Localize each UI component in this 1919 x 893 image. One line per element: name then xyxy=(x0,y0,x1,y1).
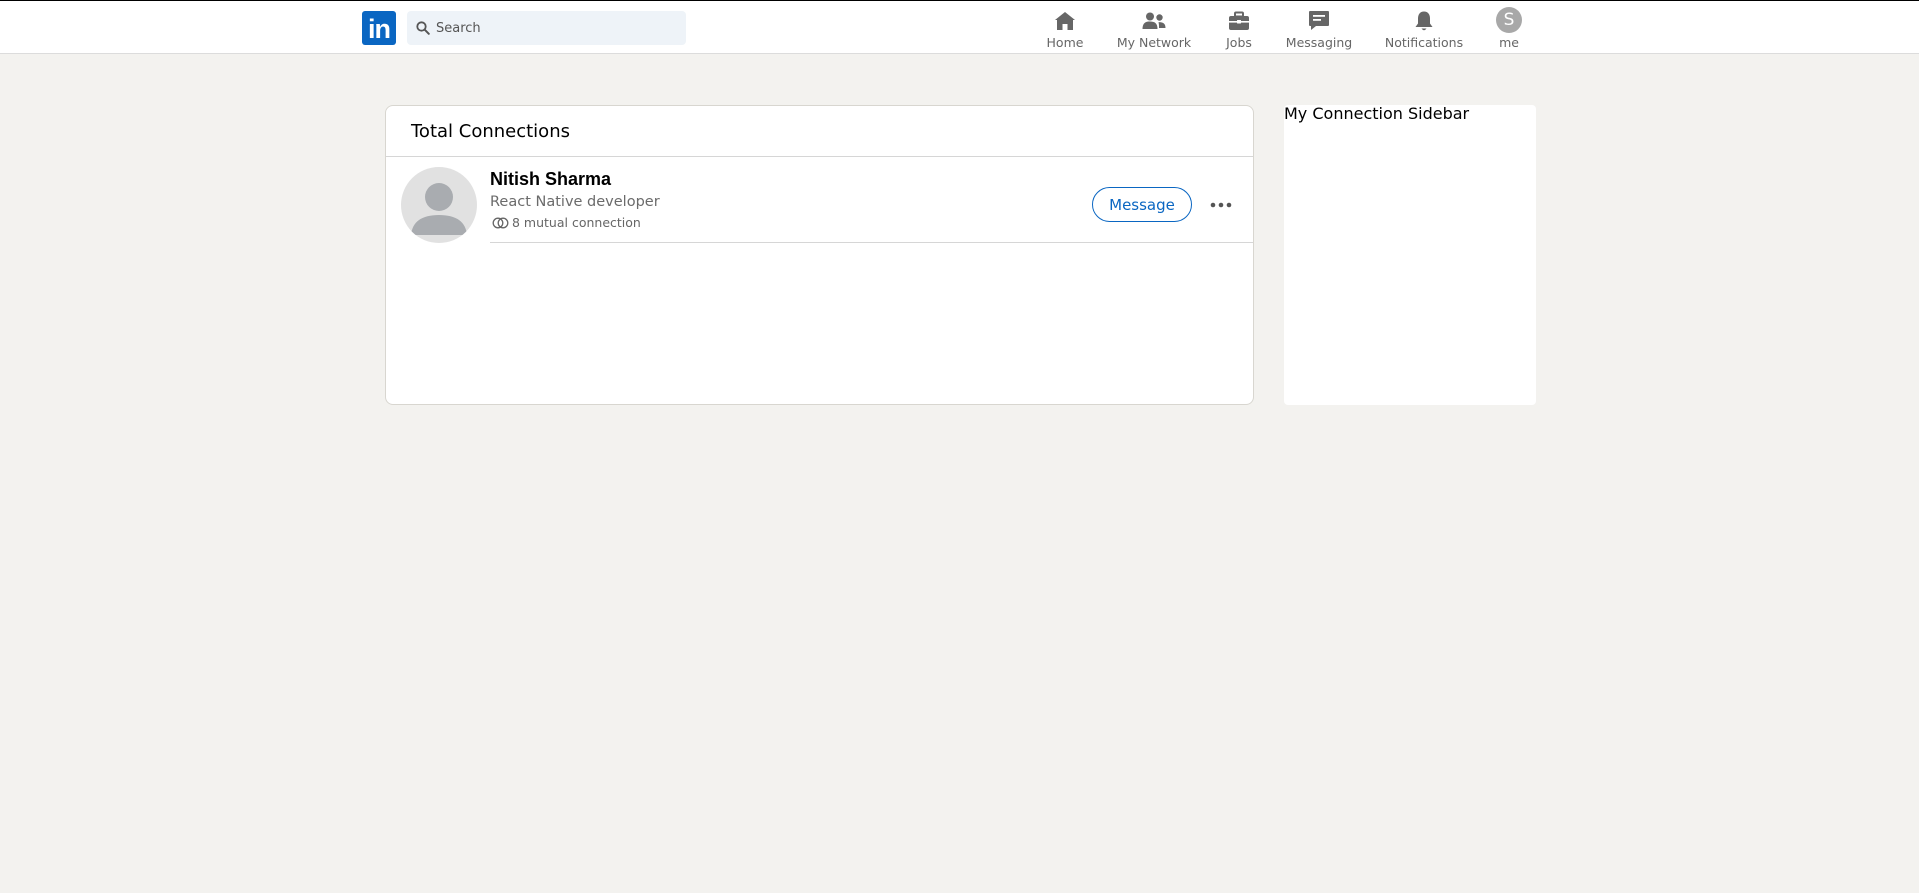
nav-home[interactable]: Home xyxy=(1043,8,1087,52)
nav-me[interactable]: S me xyxy=(1492,6,1526,50)
mutual-connections[interactable]: 8 mutual connection xyxy=(490,215,660,230)
search-input[interactable] xyxy=(436,20,676,36)
network-icon xyxy=(1141,8,1167,33)
briefcase-icon xyxy=(1228,8,1250,33)
search-icon xyxy=(415,20,431,36)
me-avatar-initial: S xyxy=(1496,6,1522,33)
home-icon xyxy=(1054,8,1076,33)
default-person-icon xyxy=(411,183,467,235)
search-bar[interactable] xyxy=(407,11,686,45)
ellipsis-icon xyxy=(1210,202,1232,208)
mutual-connections-text: 8 mutual connection xyxy=(512,215,641,230)
nav-notifications[interactable]: Notifications xyxy=(1385,8,1463,52)
nav-my-network[interactable]: My Network xyxy=(1116,8,1192,52)
message-button[interactable]: Message xyxy=(1092,187,1192,222)
nav-my-network-label: My Network xyxy=(1116,35,1192,50)
sidebar-title: My Connection Sidebar xyxy=(1284,104,1470,123)
nav-jobs[interactable]: Jobs xyxy=(1222,8,1256,52)
connections-card-header: Total Connections xyxy=(386,106,1253,157)
connection-headline: React Native developer xyxy=(490,194,660,210)
bell-icon xyxy=(1414,8,1434,33)
connection-name[interactable]: Nitish Sharma xyxy=(490,169,660,190)
nav-messaging-label: Messaging xyxy=(1285,35,1353,50)
connection-info: Nitish Sharma React Native developer 8 m… xyxy=(490,169,660,230)
mutual-connections-icon xyxy=(492,217,509,229)
connections-card: Total Connections Nitish Sharma React Na… xyxy=(385,105,1254,405)
nav-notifications-label: Notifications xyxy=(1384,35,1464,50)
connection-divider xyxy=(490,242,1253,243)
nav-me-label: me xyxy=(1499,35,1519,50)
connections-title: Total Connections xyxy=(411,120,570,142)
top-navbar: in Home My Network Jobs Messaging xyxy=(0,1,1919,54)
connection-item: Nitish Sharma React Native developer 8 m… xyxy=(386,157,1253,243)
nav-messaging[interactable]: Messaging xyxy=(1286,8,1352,52)
more-options-button[interactable] xyxy=(1208,192,1234,218)
connection-sidebar: My Connection Sidebar xyxy=(1284,105,1536,405)
messaging-icon xyxy=(1308,8,1330,33)
me-avatar: S xyxy=(1496,6,1522,33)
linkedin-logo[interactable]: in xyxy=(362,11,396,45)
nav-jobs-label: Jobs xyxy=(1226,35,1252,50)
nav-home-label: Home xyxy=(1046,35,1084,50)
connection-avatar[interactable] xyxy=(401,167,477,243)
